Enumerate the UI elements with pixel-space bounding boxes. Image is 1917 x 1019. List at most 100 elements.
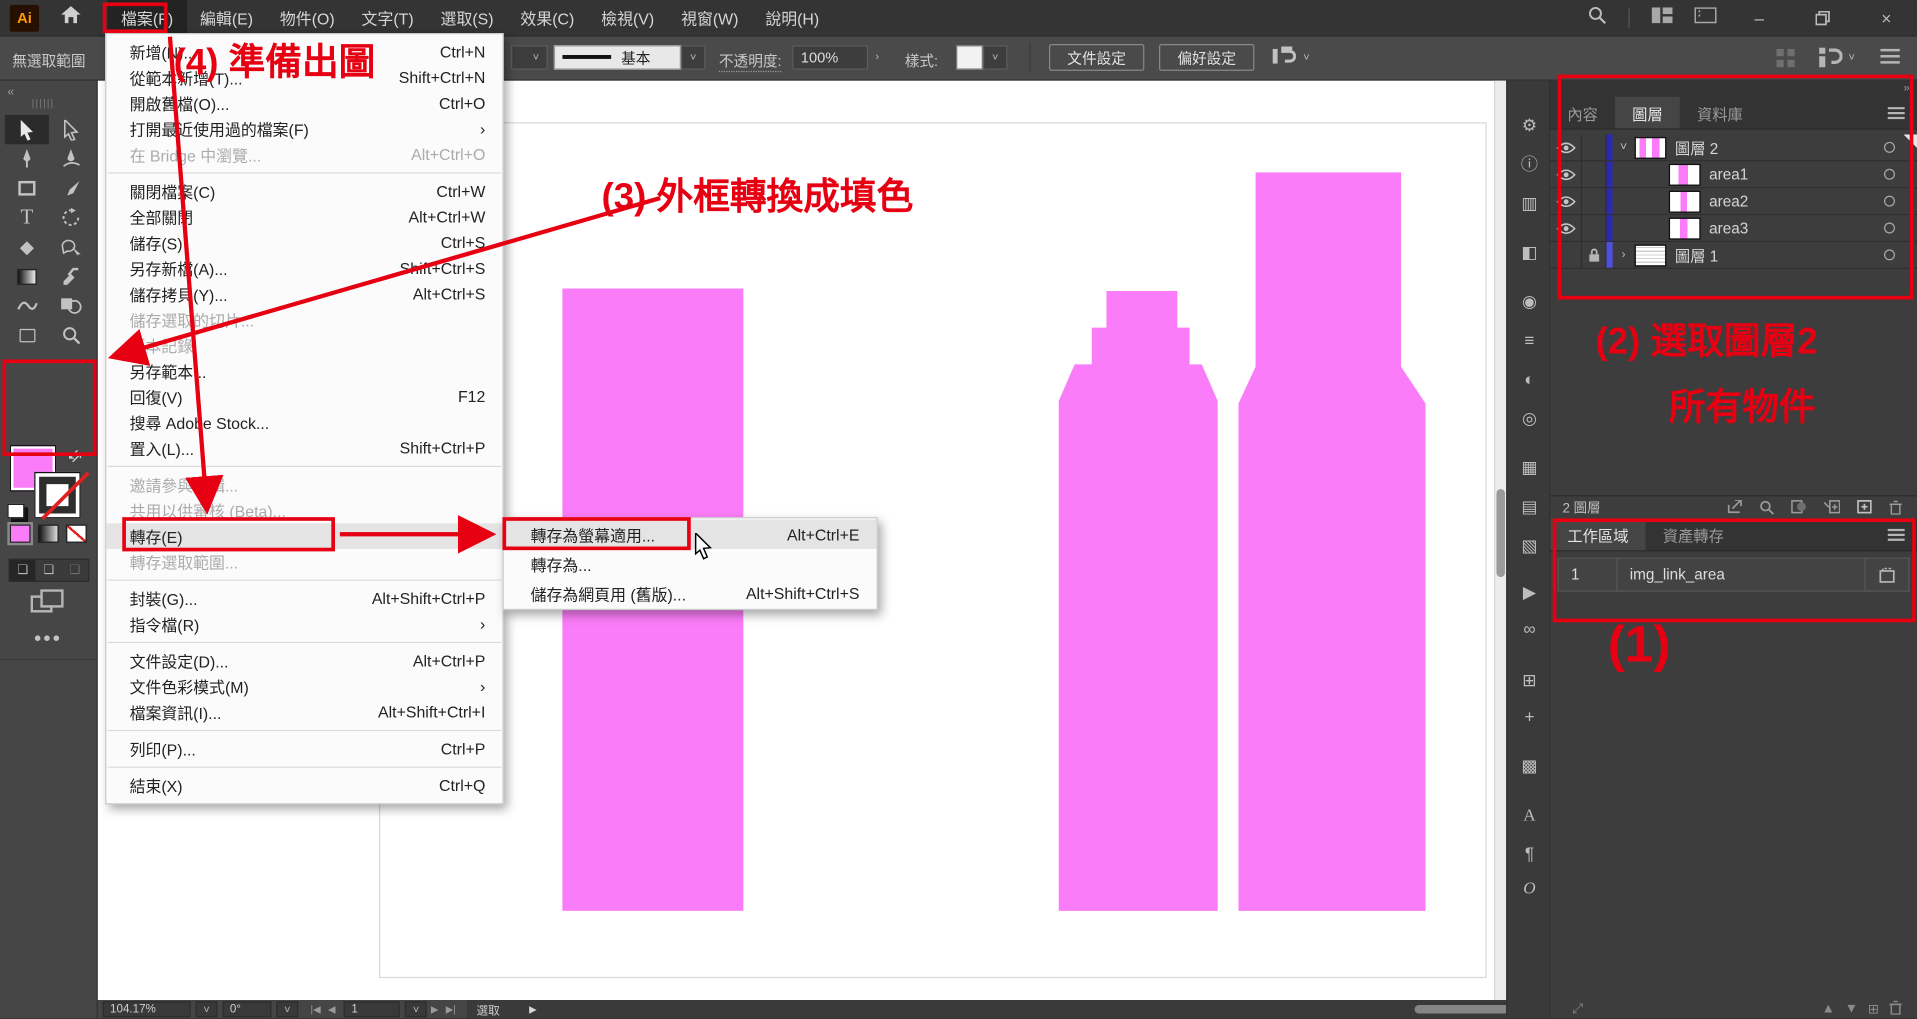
visibility-eye-icon[interactable] (1550, 161, 1582, 187)
color-icon[interactable]: ◧ (1507, 237, 1551, 266)
artboard-tool[interactable] (5, 320, 49, 349)
object-name[interactable]: area1 (1709, 166, 1748, 183)
lock-cell[interactable] (1582, 188, 1606, 214)
style-swatch[interactable] (956, 45, 983, 69)
asset-export-icon[interactable]: + (1507, 702, 1551, 731)
touch-workspace-icon[interactable] (1776, 49, 1794, 71)
default-fill-stroke-icon[interactable] (7, 504, 24, 519)
gradient-icon[interactable]: ◐ (1507, 364, 1551, 393)
move-up-icon[interactable]: ▲ (1822, 1001, 1835, 1016)
opacity-label[interactable]: 不透明度: (719, 50, 782, 72)
minimize-button[interactable]: – (1739, 1, 1781, 35)
menu-item-revert[interactable]: 回復(V)F12 (106, 384, 502, 410)
color-guide-icon[interactable]: ◉ (1507, 286, 1551, 315)
artboards-icon[interactable]: ⊞ (1507, 665, 1551, 694)
arrange-documents-icon[interactable] (1818, 46, 1842, 72)
artboard-options-icon[interactable] (1864, 559, 1908, 591)
info-icon[interactable]: ⓘ (1507, 149, 1551, 178)
direct-selection-tool[interactable] (49, 115, 93, 144)
selection-tool[interactable] (5, 115, 49, 144)
zoom-level-field[interactable]: 104.17% (103, 1001, 191, 1017)
curvature-tool[interactable] (49, 144, 93, 173)
layer-row-layer2[interactable]: ˅ 圖層 2 (1550, 134, 1917, 161)
object-thumbnail[interactable] (1669, 163, 1701, 185)
menu-help[interactable]: 說明(H) (752, 0, 833, 35)
lock-cell[interactable] (1582, 134, 1606, 160)
target-circle-icon[interactable] (1884, 169, 1895, 180)
artboard-row[interactable]: 1 img_link_area (1558, 557, 1910, 591)
eraser-tool[interactable]: ◆ (5, 232, 49, 261)
type-tool[interactable]: T (5, 203, 49, 232)
object-thumbnail[interactable] (1669, 217, 1701, 239)
object-name[interactable]: area3 (1709, 219, 1748, 236)
visibility-eye-icon[interactable] (1550, 188, 1582, 214)
visibility-eye-cell[interactable] (1550, 242, 1582, 268)
align-dropdown-chevron[interactable]: ˅ (1303, 51, 1309, 63)
status-expand-icon[interactable]: ▶ (529, 1004, 537, 1015)
submenu-item-export-for-screens[interactable]: 轉存為螢幕適用...Alt+Ctrl+E (504, 520, 877, 549)
vertical-scrollbar[interactable] (1494, 81, 1506, 1000)
menu-item-save-as[interactable]: 另存新檔(A)...Shift+Ctrl+S (106, 256, 502, 282)
tab-artboards[interactable]: 工作區域 (1550, 518, 1645, 550)
color-mode-button[interactable] (10, 524, 31, 542)
rectangle-tool[interactable] (5, 174, 49, 203)
menu-effect[interactable]: 效果(C) (507, 0, 588, 35)
tab-layers[interactable]: 圖層 (1615, 97, 1680, 129)
draw-behind-button[interactable]: ❏ (36, 560, 62, 581)
stroke-profile-dropdown[interactable]: ˅ (511, 45, 548, 69)
chevron-right-icon[interactable]: › (1613, 248, 1635, 261)
target-circle-icon[interactable] (1884, 196, 1895, 207)
layer-thumbnail[interactable] (1635, 244, 1667, 266)
menu-edit[interactable]: 編輯(E) (187, 0, 267, 35)
search-icon[interactable] (1588, 6, 1606, 30)
style-dropdown-chevron[interactable]: ˅ (983, 45, 1007, 69)
menu-item-scripts[interactable]: 指令檔(R)› (106, 611, 502, 637)
object-thumbnail[interactable] (1669, 190, 1701, 212)
stroke-color-swatch[interactable] (34, 472, 80, 518)
menu-item-save[interactable]: 儲存(S)Ctrl+S (106, 230, 502, 256)
shaper-tool[interactable] (49, 232, 93, 261)
restore-button[interactable] (1802, 1, 1844, 35)
align-glyphs-icon[interactable] (1271, 46, 1295, 72)
menu-item-save-a-copy[interactable]: 儲存拷貝(Y)...Alt+Ctrl+S (106, 281, 502, 307)
menu-item-close-all[interactable]: 全部關閉Alt+Ctrl+W (106, 204, 502, 230)
actions-icon[interactable]: ▶ (1507, 577, 1551, 606)
gradient-tool[interactable] (5, 262, 49, 291)
rotation-dropdown-chevron[interactable]: ˅ (276, 1001, 298, 1017)
pattern-options-icon[interactable]: ▩ (1507, 751, 1551, 780)
shape-builder-tool[interactable] (49, 291, 93, 320)
rotation-field[interactable]: 0° (223, 1001, 272, 1017)
vertical-scrollbar-thumb[interactable] (1496, 489, 1505, 577)
horizontal-scrollbar-thumb[interactable] (1414, 1005, 1518, 1014)
tab-asset-export[interactable]: 資產轉存 (1646, 518, 1741, 550)
menu-window[interactable]: 視窗(W) (668, 0, 752, 35)
move-down-icon[interactable]: ▼ (1845, 1001, 1858, 1016)
layer-name[interactable]: 圖層 2 (1675, 136, 1718, 159)
lock-cell[interactable] (1582, 161, 1606, 187)
layer-row-layer1[interactable]: › 圖層 1 (1550, 242, 1917, 269)
brush-definition-dropdown[interactable]: 基本 (554, 45, 681, 69)
menu-file[interactable]: 檔案(F) (108, 0, 187, 35)
paragraph-icon[interactable]: ¶ (1507, 839, 1551, 868)
pen-tool[interactable] (5, 144, 49, 173)
lock-icon[interactable] (1582, 242, 1606, 268)
menu-item-search-adobe-stock[interactable]: 搜尋 Adobe Stock... (106, 410, 502, 436)
tab-libraries[interactable]: 資料庫 (1680, 97, 1760, 129)
rotate-tool[interactable] (49, 203, 93, 232)
symbols-icon[interactable]: ▧ (1507, 531, 1551, 560)
links-icon[interactable]: ∞ (1507, 614, 1551, 643)
illustrator-app-icon[interactable]: Ai (10, 4, 39, 31)
new-layer-icon[interactable] (1857, 500, 1872, 513)
zoom-dropdown-chevron[interactable]: ˅ (196, 1001, 218, 1017)
menu-item-document-color-mode[interactable]: 文件色彩模式(M)› (106, 674, 502, 700)
pink-bottle-object-small[interactable] (1059, 291, 1218, 911)
menu-item-exit[interactable]: 結束(X)Ctrl+Q (106, 773, 502, 799)
arrange-dropdown-chevron[interactable]: ˅ (1849, 51, 1855, 63)
new-artboard-icon[interactable]: ⊞ (1868, 1001, 1879, 1017)
delete-layer-icon[interactable] (1889, 499, 1902, 514)
controlbar-menu-icon[interactable] (1880, 48, 1900, 69)
menu-item-export[interactable]: 轉存(E)› (106, 523, 502, 549)
character-icon[interactable]: A (1507, 802, 1551, 831)
menu-object[interactable]: 物件(O) (266, 0, 348, 35)
menu-item-package[interactable]: 封裝(G)...Alt+Shift+Ctrl+P (106, 586, 502, 612)
